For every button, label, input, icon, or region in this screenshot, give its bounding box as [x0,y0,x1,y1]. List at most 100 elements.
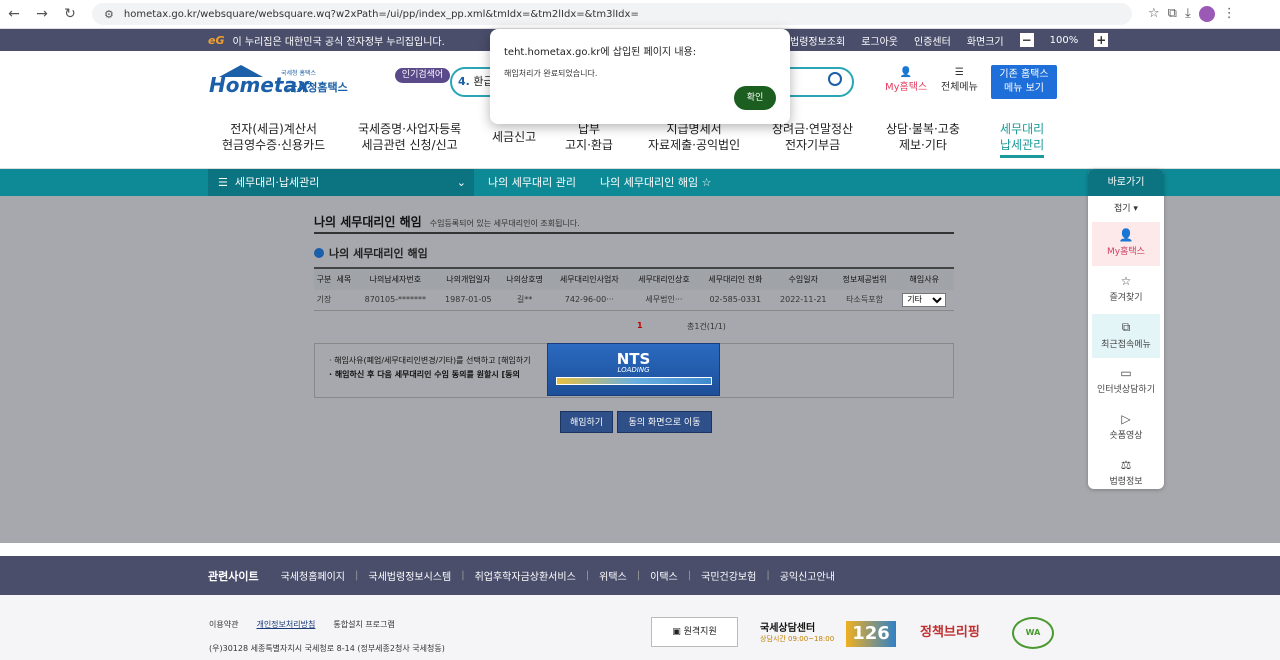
dialog-ok-button[interactable]: 확인 [734,86,776,110]
gnb-item-incentive[interactable]: 장려금·연말정산 전자기부금 [772,121,853,153]
col-header: 나의상호명 [499,267,550,290]
agent-table: 구분 세목 나의납세자번호 나의개업일자 나의상호명 세무대리인사업자 세무대리… [314,267,954,311]
alert-dialog: teht.hometax.go.kr에 삽입된 페이지 내용: 해임처리가 완료… [490,29,790,124]
old-menu-button[interactable]: 기존 홈택스 메뉴 보기 [991,65,1057,99]
page-number[interactable]: 1 [637,321,643,330]
bullet-icon [314,248,324,258]
footer-link-terms[interactable]: 이용약관 [209,619,238,630]
sub-menu-level3[interactable]: 나의 세무대리인 해임 ☆ [600,169,711,196]
gavel-icon: ⚖ [1120,458,1132,472]
top-link-cert[interactable]: 인증센터 [914,33,951,48]
quick-item-my-hometax[interactable]: 👤 My홈택스 [1092,222,1160,266]
footer-address: (우)30128 세종특별자치시 국세청로 8-14 (정부세종2청사 국세청동… [209,644,445,653]
gnb-item-einvoice[interactable]: 전자(세금)계산서 현금영수증·신용카드 [222,121,325,153]
footer-site-link[interactable]: 위택스 [599,568,627,583]
col-header: 세무대리인사업자 [549,267,630,290]
gov-notice: 이 누리집은 대한민국 공식 전자정부 누리집입니다. [232,36,445,48]
reload-icon[interactable]: ↻ [56,6,84,22]
profile-avatar[interactable] [1198,6,1215,22]
more-menu-icon[interactable]: ⋮ [1223,6,1236,22]
dismiss-button[interactable]: 해임하기 [560,411,613,433]
popular-search-badge[interactable]: 인기검색어 [395,68,450,83]
address-bar[interactable]: ⚙ hometax.go.kr/websquare/websquare.wq?w2… [92,3,1132,25]
user-icon: 👤 [1118,228,1134,242]
zoom-level: 100% [1049,34,1079,46]
search-icon[interactable] [828,72,842,86]
footer-related-sites: 관련사이트 국세청홈페이지 | 국세법령정보시스템 | 취업후학자금상환서비스 | 위… [0,556,1280,595]
quick-menu-title: 바로가기 [1088,169,1164,196]
play-icon: ▷ [1121,412,1131,426]
star-icon: ☆ [1120,274,1132,288]
quick-item-shortform[interactable]: ▷ 숏폼영상 [1092,406,1160,450]
top-link-logout[interactable]: 로그아웃 [861,33,898,48]
policy-briefing-logo[interactable]: 정책브리핑 [920,621,980,640]
dialog-title: teht.hometax.go.kr에 삽입된 페이지 내용: [504,47,697,58]
related-sites-label: 관련사이트 [208,569,259,583]
sub-menu-dropdown[interactable]: ☰ 세무대리·납세관리 ⌄ [208,169,474,196]
record-count: 총1건(1/1) [687,322,726,331]
dialog-message: 해임처리가 완료되었습니다. [504,69,598,78]
laptop-icon: ▭ [1120,366,1132,380]
footer-site-link[interactable]: 공익신고안내 [780,568,835,583]
page-title: 나의 세무대리인 해임 수임등록되어 있는 세무대리인이 조회됩니다. [314,215,580,229]
extension-icon[interactable]: ⧉ [1168,6,1177,22]
tax-call-center: 국세상담센터 상담시간 09:00~18:00 [760,623,835,643]
my-hometax-button[interactable]: 👤 My홈택스 [885,67,927,93]
col-header: 나의납세자번호 [353,267,437,290]
gnb-item-statement[interactable]: 지급명세서 자료제출·공익법인 [648,121,740,153]
footer-link-install[interactable]: 통합설치 프로그램 [333,619,394,630]
col-header: 나의개업일자 [436,267,500,290]
forward-icon[interactable]: → [28,6,56,22]
col-header: 수임일자 [771,267,835,290]
remote-icon: ▣ [672,627,681,637]
zoom-out-button[interactable]: − [1019,33,1034,47]
quick-item-recent[interactable]: ⧉ 최근접속메뉴 [1092,314,1160,358]
remote-support-button[interactable]: ▣ 원격지원 [651,617,738,647]
consent-screen-button[interactable]: 동의 화면으로 이동 [617,411,712,433]
site-info-icon[interactable]: ⚙ [104,8,114,21]
section-heading: 나의 세무대리인 해임 [314,245,428,261]
footer-site-link[interactable]: 국세청홈페이지 [281,568,345,583]
hometax-logo[interactable]: 국세청 홈택스 Hometax 국세청홈택스 [209,65,354,101]
footer: 이용약관 개인정보처리방침 통합설치 프로그램 (우)30128 세종특별자치시… [0,595,1280,660]
call-center-number: 126 [846,621,896,647]
footer-link-privacy[interactable]: 개인정보처리방침 [256,619,315,630]
quick-menu: 바로가기 접기 ▾ 👤 My홈택스 ☆ 즐겨찾기 ⧉ 최근접속메뉴 ▭ 인터넷상담하기 … [1088,169,1164,489]
egov-logo: eG [208,33,225,47]
col-header: 구분 [314,267,334,290]
gnb-item-payment[interactable]: 납부 고지·환급 [565,121,613,153]
footer-site-link[interactable]: 이택스 [650,568,678,583]
footer-site-link[interactable]: 국민건강보험 [701,568,756,583]
back-icon[interactable]: ← [0,6,28,22]
dismiss-reason-select[interactable]: 기타 [902,292,947,307]
col-header: 해임사유 [894,267,954,290]
gnb-item-consult[interactable]: 상담·불복·고충 제보·기타 [886,121,960,153]
footer-site-link[interactable]: 국세법령정보시스템 [368,568,451,583]
col-header: 세무대리인상호 [629,267,699,290]
hamburger-icon: ☰ [954,67,964,78]
progress-bar [555,377,712,385]
download-icon[interactable]: ⤓ [1185,6,1191,22]
gnb-item-certificate[interactable]: 국세증명·사업자등록 세금관련 신청/신고 [358,121,461,153]
main-nav: 전자(세금)계산서 현금영수증·신용카드 국세증명·사업자등록 세금관련 신청/신고… [0,121,1280,161]
gnb-item-tax-agent[interactable]: 세무대리 납세관리 [1000,121,1045,158]
user-icon: 👤 [899,67,913,78]
quick-item-law[interactable]: ⚖ 법령정보 [1092,452,1160,489]
top-link-screen-size: 화면크기 [966,36,1004,48]
quick-item-consult[interactable]: ▭ 인터넷상담하기 [1092,360,1160,404]
sub-menu-level2[interactable]: 나의 세무대리 관리 [488,169,576,196]
all-menu-button[interactable]: ☰ 전체메뉴 [941,67,978,93]
footer-site-link[interactable]: 취업후학자금상환서비스 [475,568,576,583]
top-link-law[interactable]: 법령정보조회 [790,33,845,48]
zoom-in-button[interactable]: + [1094,33,1109,47]
browser-toolbar: ← → ↻ ⚙ hometax.go.kr/websquare/websquare… [0,0,1280,29]
col-header: 세목 [333,267,354,290]
col-header: 정보제공범위 [834,267,895,290]
gnb-item-tax-report[interactable]: 세금신고 [492,129,536,145]
wa-certification-badge: WA [1012,617,1054,649]
bookmark-star-icon[interactable]: ☆ [1148,6,1160,22]
quick-item-favorites[interactable]: ☆ 즐겨찾기 [1092,268,1160,312]
title-divider [314,232,954,234]
chevron-down-icon: ⌄ [456,176,466,189]
quick-fold-button[interactable]: 접기 ▾ [1088,196,1164,222]
